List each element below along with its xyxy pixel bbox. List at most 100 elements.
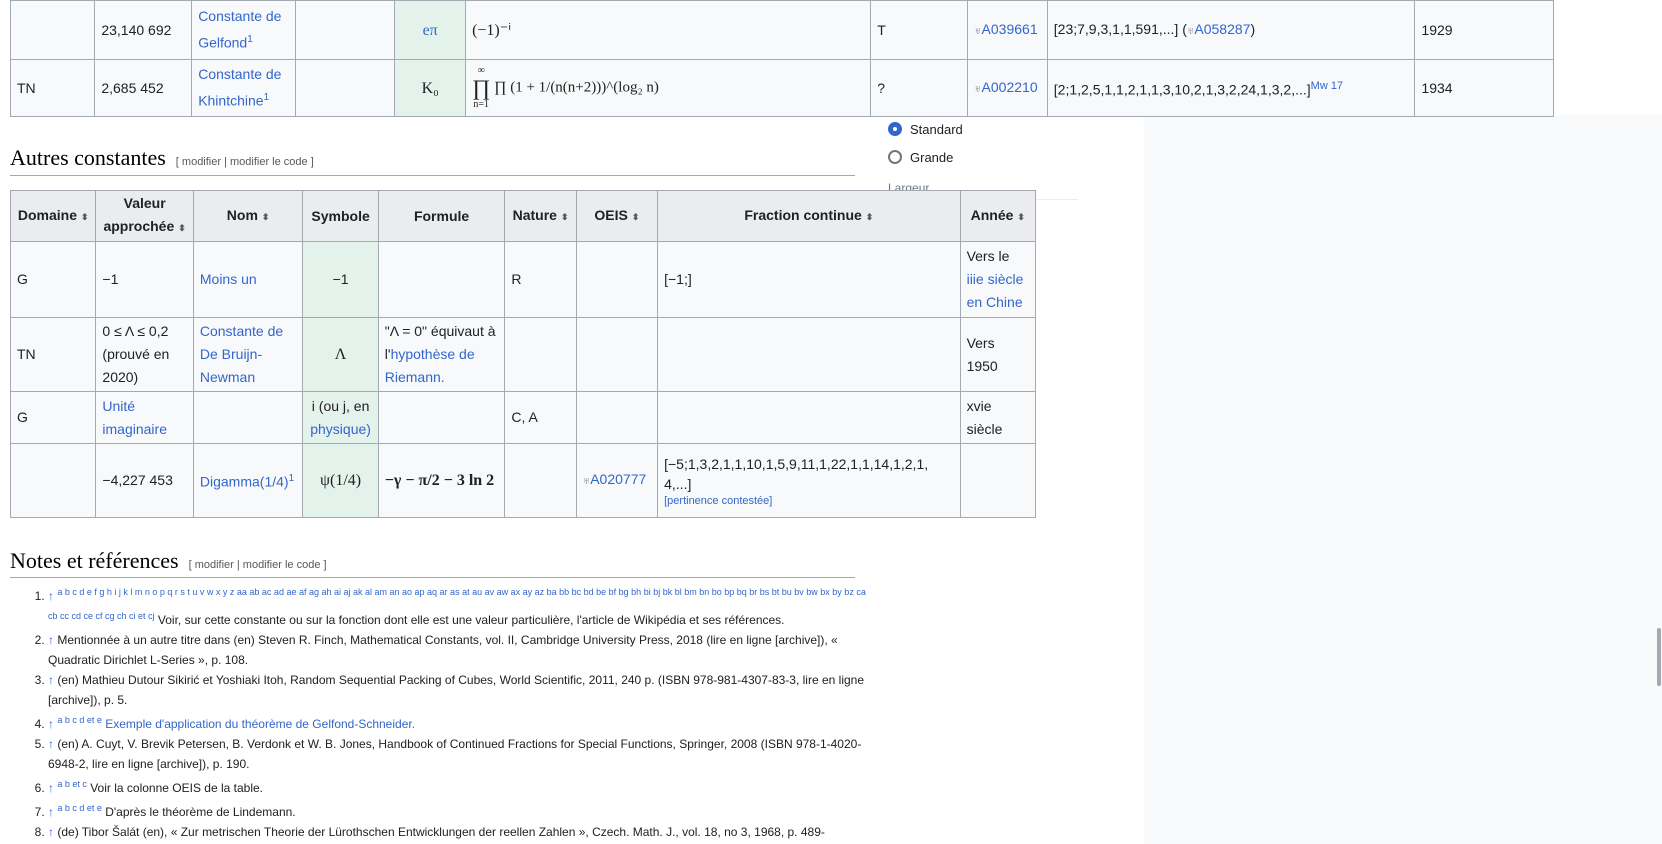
reference-text: Voir, sur cette constante ou sur la fonc… bbox=[157, 613, 785, 627]
cell-fraction bbox=[657, 391, 961, 444]
symbol-math: Λ bbox=[334, 346, 347, 363]
edit-section-link[interactable]: [ modifier | modifier le code ] bbox=[189, 559, 327, 571]
section-heading-notes: Notes et références [ modifier | modifier… bbox=[10, 548, 327, 574]
header-label: Domaine bbox=[17, 206, 77, 223]
constant-link[interactable]: Digamma(1/4) bbox=[200, 474, 289, 490]
riemann-link[interactable]: hypothèse de Riemann. bbox=[385, 346, 475, 385]
cell-valeur: Unité imaginaire bbox=[95, 391, 194, 444]
cell-annee: Vers 1950 bbox=[959, 317, 1037, 392]
divider bbox=[10, 577, 855, 578]
backlink-arrow-icon[interactable]: ↑ bbox=[48, 825, 54, 839]
cell-nature: R bbox=[504, 241, 577, 318]
col-nom[interactable]: Nom ⬍ bbox=[192, 190, 304, 242]
backlink-arrow-icon[interactable]: ↑ bbox=[48, 781, 54, 795]
constant-link[interactable]: Constante de Gelfond bbox=[198, 8, 281, 51]
backlink-letters[interactable]: a b et c bbox=[57, 779, 87, 789]
cell-domaine: G bbox=[9, 241, 97, 318]
header-label: Nom bbox=[226, 206, 258, 223]
cell-annee: xvie siècle bbox=[959, 391, 1037, 444]
oeis-link[interactable]: A039661 bbox=[982, 21, 1038, 37]
constant-link[interactable]: Constante de De Bruijn-Newman bbox=[200, 323, 283, 385]
ref-sup[interactable]: 1 bbox=[247, 34, 253, 45]
col-annee[interactable]: Année ⬍ bbox=[959, 190, 1037, 242]
product-lower: n=1 bbox=[473, 99, 489, 110]
cell-annee: 1929 bbox=[1414, 0, 1554, 60]
table-row: G −1 Moins un −1 R [−1;] Vers le iiie si… bbox=[9, 241, 1037, 318]
col-fraction[interactable]: Fraction continue ⬍ bbox=[657, 190, 961, 242]
ref-sup[interactable]: Mw 17 bbox=[1311, 80, 1343, 92]
reference-item: ↑ (de) Tibor Šalát (en), « Zur metrische… bbox=[48, 822, 868, 842]
col-nature[interactable]: Nature ⬍ bbox=[504, 190, 577, 242]
symbol-math: ψ(1/4) bbox=[320, 472, 362, 489]
col-symbole: Symbole bbox=[302, 190, 379, 242]
backlink-letters[interactable]: a b c d et e bbox=[57, 715, 102, 725]
cell-annee: Vers le iiie siècle en Chine bbox=[959, 241, 1037, 318]
sort-icon[interactable]: ⬍ bbox=[632, 212, 640, 222]
backlink-arrow-icon[interactable]: ↑ bbox=[48, 805, 54, 819]
backlink-arrow-icon[interactable]: ↑ bbox=[48, 589, 54, 603]
backlink-arrow-icon[interactable]: ↑ bbox=[48, 673, 54, 687]
formula-math: ∏ (1 + 1/(n(n+2)))^(log₂ n) bbox=[494, 79, 659, 96]
reference-text[interactable]: Exemple d'application du théorème de Gel… bbox=[105, 717, 415, 731]
symbol-math: K₀ bbox=[421, 79, 439, 97]
cell-formule bbox=[377, 391, 506, 444]
constant-link[interactable]: Unité imaginaire bbox=[102, 398, 167, 437]
radio-dot-icon[interactable] bbox=[888, 150, 902, 164]
backlink-arrow-icon[interactable]: ↑ bbox=[48, 737, 54, 751]
sort-icon[interactable]: ⬍ bbox=[1017, 212, 1025, 222]
century-link[interactable]: iiie siècle en Chine bbox=[967, 271, 1024, 310]
sort-icon[interactable]: ⬍ bbox=[81, 212, 89, 222]
radio-standard[interactable]: Standard bbox=[888, 118, 963, 140]
col-oeis[interactable]: OEIS ⬍ bbox=[575, 190, 659, 242]
header-label: Fraction continue bbox=[744, 206, 862, 223]
ref-sup[interactable]: 1 bbox=[264, 92, 270, 103]
cell-fraction: [−1;] bbox=[657, 241, 961, 318]
cell-fraction: [23;7,9,3,1,1,591,...] (♅A058287) bbox=[1046, 0, 1416, 60]
backlink-letters[interactable]: a b c d et e bbox=[57, 803, 102, 813]
col-domaine[interactable]: Domaine ⬍ bbox=[9, 190, 97, 242]
oeis-link[interactable]: A058287 bbox=[1194, 21, 1250, 37]
radio-label: Grande bbox=[910, 149, 954, 165]
cell-oeis bbox=[575, 241, 659, 318]
ref-sup[interactable]: 1 bbox=[289, 473, 295, 484]
edit-section-link[interactable]: [ modifier | modifier le code ] bbox=[176, 156, 314, 168]
cell-fraction bbox=[657, 317, 961, 392]
annee-prefix: Vers le bbox=[966, 248, 1010, 264]
physique-link[interactable]: physique) bbox=[310, 421, 371, 437]
other-constants-table: Domaine ⬍ Valeur approchée ⬍ Nom ⬍ Symbole … bbox=[9, 190, 1037, 518]
cell-empty bbox=[295, 0, 396, 60]
reference-text: (en) Mathieu Dutour Sikirić et Yoshiaki … bbox=[48, 673, 865, 707]
sort-icon[interactable]: ⬍ bbox=[561, 212, 569, 222]
cell-valeur: −4,227 453 bbox=[95, 443, 194, 518]
header-label: Nature bbox=[512, 206, 557, 223]
cell-valeur: −1 bbox=[95, 241, 194, 318]
pertinence-link[interactable]: [pertinence contestée] bbox=[664, 494, 953, 508]
radio-grande[interactable]: Grande bbox=[888, 146, 963, 168]
constant-link[interactable]: Moins un bbox=[200, 271, 257, 287]
section-title: Notes et références bbox=[10, 548, 179, 573]
header-label: Année bbox=[970, 206, 1014, 223]
cell-oeis bbox=[575, 391, 659, 444]
sort-icon[interactable]: ⬍ bbox=[178, 223, 186, 233]
cell-formule: "Λ = 0" équivaut à l'hypothèse de Rieman… bbox=[377, 317, 506, 392]
cell-nature bbox=[504, 317, 577, 392]
radio-dot-icon[interactable] bbox=[888, 122, 902, 136]
largeur-label: Largeur bbox=[888, 181, 930, 190]
col-valeur[interactable]: Valeur approchée ⬍ bbox=[95, 190, 194, 242]
reference-item: ↑ a b c d et e D'après le théorème de Li… bbox=[48, 798, 868, 822]
reference-item: ↑ (en) A. Cuyt, V. Brevik Petersen, B. V… bbox=[48, 734, 868, 774]
backlink-arrow-icon[interactable]: ↑ bbox=[48, 633, 54, 647]
constants-table-top: 23,140 692 Constante de Gelfond1 eπ (−1)… bbox=[9, 0, 1554, 117]
sort-icon[interactable]: ⬍ bbox=[866, 212, 874, 222]
cell-domaine bbox=[9, 0, 96, 60]
reference-item: ↑ Mentionnée à un autre titre dans (en) … bbox=[48, 630, 868, 670]
cell-formule: (−1)⁻ⁱ bbox=[465, 0, 872, 60]
cell-annee: 1934 bbox=[1414, 59, 1554, 117]
fraction-text: [2;1,2,5,1,1,2,1,1,3,10,2,1,3,2,24,1,3,2… bbox=[1053, 81, 1311, 98]
sort-icon[interactable]: ⬍ bbox=[262, 212, 270, 222]
scrollbar-thumb[interactable] bbox=[1657, 628, 1661, 686]
backlink-arrow-icon[interactable]: ↑ bbox=[48, 717, 54, 731]
oeis-link[interactable]: A002210 bbox=[982, 79, 1038, 95]
oeis-link[interactable]: A020777 bbox=[590, 471, 646, 487]
oeis-icon: ♅ bbox=[974, 83, 982, 95]
